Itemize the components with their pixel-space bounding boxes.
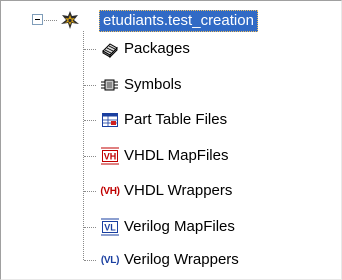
vhdl-mapfile-icon-text: VH [104,152,117,162]
tree-item-vhdl-mapfiles[interactable]: VHDL MapFiles [124,146,228,166]
vhdl-wrapper-icon: (VH) [100,185,120,197]
tree-connector [83,31,84,260]
part-table-icon [100,110,120,130]
tree-connector [84,227,96,228]
tree-connector [84,85,96,86]
tree-connector [84,156,96,157]
tree-item-verilog-wrappers[interactable]: Verilog Wrappers [124,250,239,270]
tree-connector [84,191,96,192]
tree-item-part-table-files[interactable]: Part Table Files [124,110,227,130]
tree-connector [84,120,96,121]
tree-item-packages[interactable]: Packages [124,39,190,59]
tree-root-label[interactable]: etudiants.test_creation [99,10,258,32]
packages-icon [100,39,120,59]
collapse-icon[interactable] [32,14,43,25]
vhdl-mapfile-icon: VH [100,146,120,166]
verilog-wrapper-icon: (VL) [100,254,120,266]
tree-item-symbols[interactable]: Symbols [124,75,182,95]
verilog-mapfile-icon-text: VL [104,223,116,233]
symbols-icon [100,75,120,95]
project-tree-panel: etudiants.test_creation Packages Symbols [0,0,342,280]
tree-connector [44,20,57,21]
tree-item-verilog-mapfiles[interactable]: Verilog MapFiles [124,217,235,237]
tree-connector [84,49,96,50]
tree-connector [84,260,96,261]
project-component-icon [60,10,80,30]
verilog-mapfile-icon: VL [100,217,120,237]
tree-item-vhdl-wrappers[interactable]: VHDL Wrappers [124,181,232,201]
